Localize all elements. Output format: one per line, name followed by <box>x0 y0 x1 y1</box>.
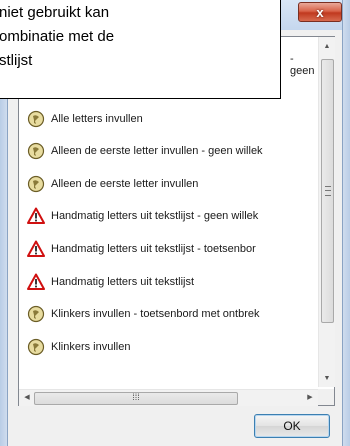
tooltip-line: stlijst <box>0 52 33 69</box>
speech-icon <box>27 305 45 323</box>
speech-icon <box>27 175 45 193</box>
list-item-label: Handmatig letters uit tekstlijst <box>51 275 195 288</box>
list-item[interactable]: Klinkers invullen - toetsenbord met ontb… <box>19 303 317 325</box>
close-button[interactable]: x <box>298 2 342 22</box>
speech-icon <box>27 338 45 356</box>
dialog-window: x - geen Alle letters invullen - toetsen… <box>0 0 350 446</box>
scroll-up-arrow-icon[interactable]: ▲ <box>319 39 335 55</box>
tooltip-line: niet gebruikt kan <box>0 4 110 21</box>
vertical-scrollbar[interactable]: ▲ ▼ <box>318 37 335 387</box>
list-item-label: Klinkers invullen <box>51 340 131 353</box>
list-item[interactable]: Handmatig letters uit tekstlijst - toets… <box>19 238 317 260</box>
list-item[interactable]: Alle letters invullen <box>19 108 317 130</box>
scrollbar-corner <box>318 389 334 405</box>
ok-button[interactable]: OK <box>254 414 330 438</box>
partially-hidden-item-text: - geen <box>290 53 315 77</box>
vertical-scroll-thumb[interactable] <box>321 59 334 323</box>
list-item-label: Handmatig letters uit tekstlijst - geen … <box>51 210 259 223</box>
list-item[interactable]: Handmatig letters uit tekstlijst <box>19 271 317 293</box>
horizontal-scroll-thumb[interactable]: ⁞⁞⁞ <box>34 392 238 405</box>
scroll-down-arrow-icon[interactable]: ▼ <box>319 371 335 387</box>
window-border-right <box>342 0 350 446</box>
tooltip-popup: niet gebruikt kan ombinatie met de stlij… <box>0 0 281 99</box>
list-item-label: Handmatig letters uit tekstlijst - toets… <box>51 243 256 255</box>
speech-icon <box>27 110 45 128</box>
scroll-right-arrow-icon[interactable]: ▶ <box>302 390 318 406</box>
list-item[interactable]: Klinkers invullen <box>19 336 317 358</box>
grip-icon <box>325 186 331 196</box>
warning-icon <box>27 240 45 258</box>
warning-icon <box>27 207 45 225</box>
list-item[interactable]: Alleen de eerste letter invullen <box>19 173 317 195</box>
list-item-label: Alleen de eerste letter invullen - geen … <box>51 145 263 158</box>
speech-icon <box>27 142 45 160</box>
warning-icon <box>27 273 45 291</box>
tooltip-line: ombinatie met de <box>0 28 115 45</box>
list-item-label: Klinkers invullen - toetsenbord met ontb… <box>51 308 260 321</box>
list-item[interactable]: Handmatig letters uit tekstlijst - geen … <box>19 205 317 227</box>
scroll-left-arrow-icon[interactable]: ◀ <box>19 390 35 406</box>
list-item-label: Alleen de eerste letter invullen <box>51 177 199 190</box>
horizontal-scrollbar[interactable]: ◀ ⁞⁞⁞ ▶ <box>19 389 318 406</box>
list-item-label: Alle letters invullen <box>51 112 143 125</box>
list-item[interactable]: Alleen de eerste letter invullen - geen … <box>19 140 317 162</box>
